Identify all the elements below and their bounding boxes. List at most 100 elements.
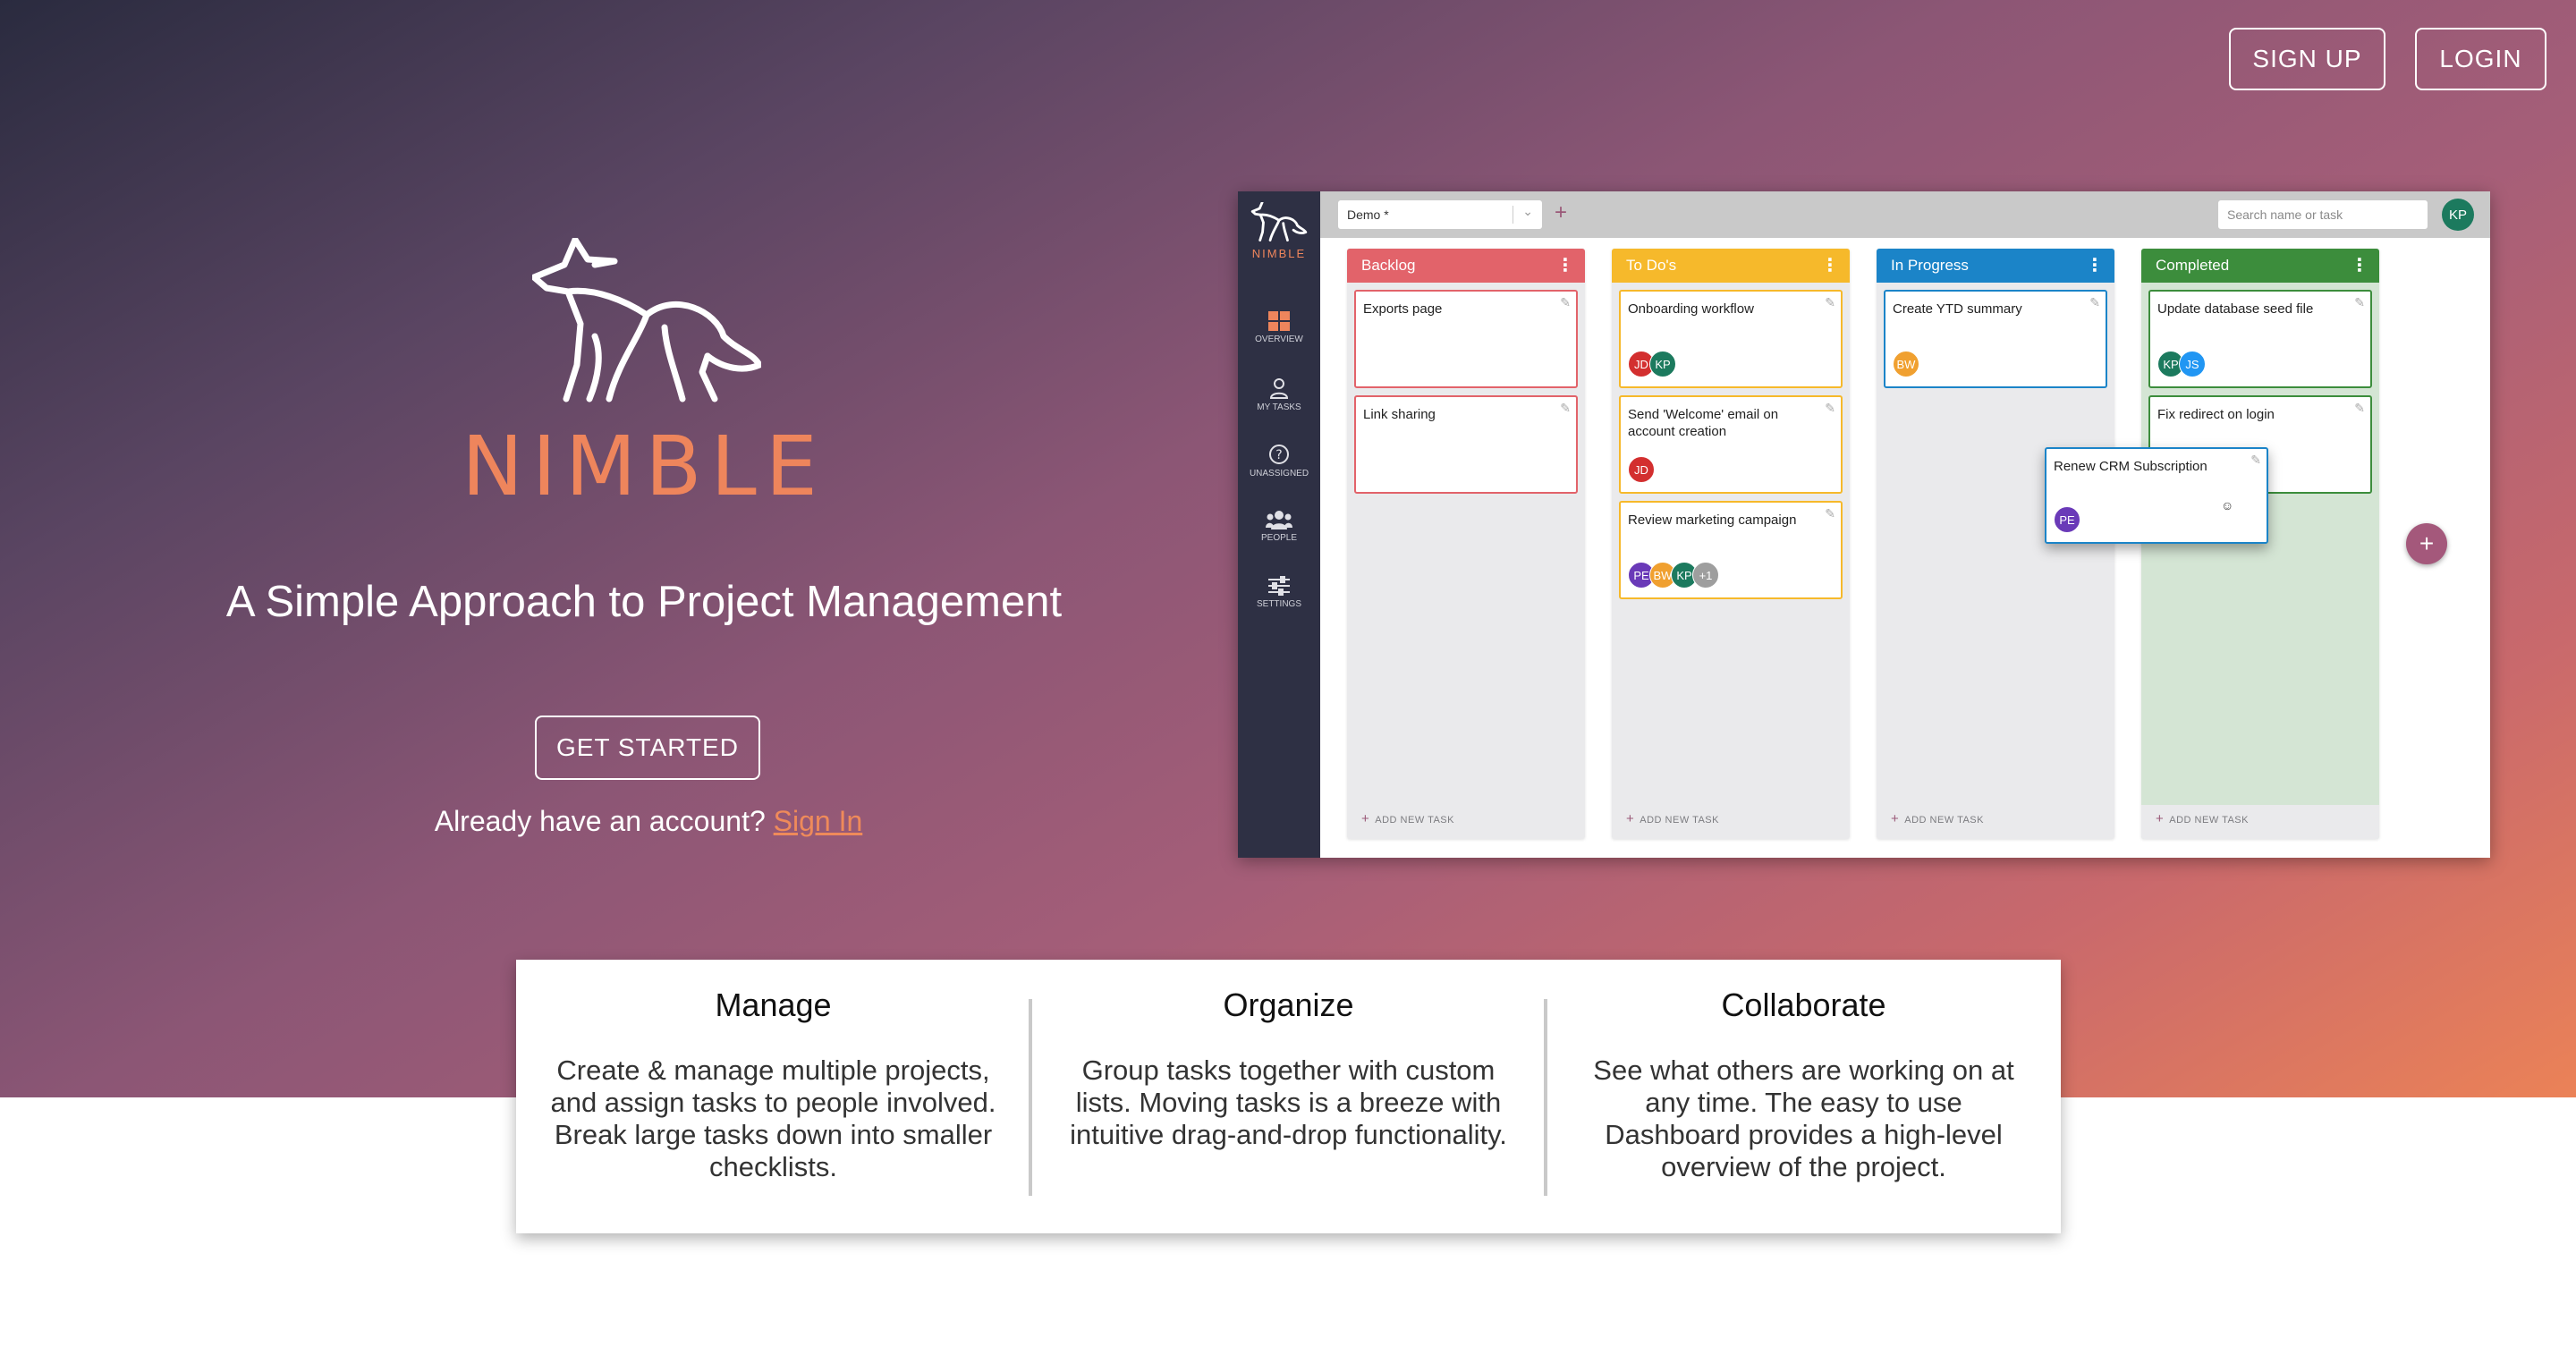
dragging-task-card[interactable]: Renew CRM Subscription ✎ PE	[2045, 447, 2268, 544]
column-title: In Progress	[1891, 257, 1969, 274]
plus-icon: +	[1891, 811, 1900, 826]
search-input[interactable]: Search name or task	[2218, 200, 2428, 229]
pencil-icon[interactable]: ✎	[1825, 401, 1835, 416]
card-title: Renew CRM Subscription	[2054, 459, 2207, 474]
feature-manage: Manage Create & manage multiple projects…	[516, 960, 1030, 1233]
add-task-label: ADD NEW TASK	[1640, 815, 1719, 826]
sliders-icon	[1268, 576, 1290, 596]
add-task-label: ADD NEW TASK	[1904, 815, 1984, 826]
project-select-value: Demo *	[1347, 207, 1389, 222]
pencil-icon[interactable]: ✎	[1825, 506, 1835, 521]
avatar-overflow: +1	[1692, 562, 1719, 589]
more-vert-icon[interactable]: ⋮	[1821, 254, 1839, 276]
feature-text: Group tasks together with custom lists. …	[1070, 1054, 1507, 1150]
feature-collaborate: Collaborate See what others are working …	[1546, 960, 2061, 1233]
column-todos: To Do's ⋮ Onboarding workflow ✎ JD KP Se…	[1612, 249, 1850, 839]
plus-icon: +	[2156, 811, 2165, 826]
column-title: To Do's	[1626, 257, 1677, 274]
nav-item-settings[interactable]: SETTINGS	[1238, 576, 1320, 609]
task-card[interactable]: Create YTD summary ✎ BW	[1884, 290, 2107, 388]
fox-logo-icon	[1250, 202, 1308, 241]
person-icon	[1269, 378, 1289, 399]
task-card[interactable]: Exports page ✎	[1354, 290, 1578, 388]
fox-logo-icon	[532, 238, 761, 402]
plus-icon: +	[1626, 811, 1635, 826]
column-title: Backlog	[1361, 257, 1416, 274]
task-card[interactable]: Send 'Welcome' email on account creation…	[1619, 395, 1843, 494]
svg-text:?: ?	[1275, 448, 1282, 462]
landing-page: SIGN UP LOGIN NIMBLE A Simple Approach t…	[0, 0, 2576, 1372]
nav-item-unassigned[interactable]: ? UNASSIGNED	[1238, 444, 1320, 479]
add-task-label: ADD NEW TASK	[2169, 815, 2249, 826]
add-task-button[interactable]: + ADD NEW TASK	[2156, 811, 2249, 826]
feature-title: Organize	[1223, 987, 1354, 1023]
more-vert-icon[interactable]: ⋮	[1556, 254, 1574, 276]
nav-item-my-tasks[interactable]: MY TASKS	[1238, 377, 1320, 412]
card-title: Link sharing	[1363, 407, 1436, 422]
nav-label: OVERVIEW	[1255, 335, 1303, 344]
column-header: Backlog ⋮	[1347, 249, 1585, 283]
add-list-button[interactable]: +	[2406, 523, 2447, 564]
add-project-icon[interactable]: +	[1555, 200, 1567, 225]
card-title: Exports page	[1363, 301, 1443, 317]
avatar: JS	[2179, 351, 2206, 377]
card-avatars: JD KP	[1628, 351, 1676, 377]
add-task-button[interactable]: + ADD NEW TASK	[1626, 811, 1719, 826]
card-title: Send 'Welcome' email on account creation	[1628, 407, 1779, 439]
user-avatar[interactable]: KP	[2442, 199, 2474, 231]
add-task-label: ADD NEW TASK	[1375, 815, 1454, 826]
add-task-button[interactable]: + ADD NEW TASK	[1361, 811, 1454, 826]
nav-label: SETTINGS	[1256, 599, 1301, 609]
pencil-icon[interactable]: ✎	[1825, 295, 1835, 310]
add-task-button[interactable]: + ADD NEW TASK	[1891, 811, 1984, 826]
features-panel: Manage Create & manage multiple projects…	[516, 960, 2061, 1233]
task-card[interactable]: Review marketing campaign ✎ PE BW KP +1	[1619, 501, 1843, 599]
card-title: Fix redirect on login	[2157, 407, 2275, 422]
card-title: Review marketing campaign	[1628, 512, 1797, 528]
nav-item-overview[interactable]: OVERVIEW	[1238, 311, 1320, 344]
grab-cursor-icon: ☺	[2221, 498, 2234, 512]
pencil-icon[interactable]: ✎	[2354, 401, 2365, 416]
people-icon	[1266, 511, 1292, 529]
card-title: Update database seed file	[2157, 301, 2314, 317]
column-in-progress: In Progress ⋮ Create YTD summary ✎ BW + A…	[1877, 249, 2114, 839]
card-avatars: BW	[1893, 351, 1919, 377]
tagline: A Simple Approach to Project Management	[225, 578, 1063, 626]
hero-section: SIGN UP LOGIN NIMBLE A Simple Approach t…	[0, 0, 2576, 1097]
grid-icon	[1268, 311, 1290, 331]
sign-in-link[interactable]: Sign In	[774, 805, 863, 837]
feature-title: Collaborate	[1721, 987, 1886, 1023]
signup-button[interactable]: SIGN UP	[2229, 28, 2385, 90]
card-avatars: JD	[1628, 456, 1655, 483]
login-button[interactable]: LOGIN	[2415, 28, 2546, 90]
avatar: JD	[1628, 456, 1655, 483]
column-backlog: Backlog ⋮ Exports page ✎ Link sharing ✎ …	[1347, 249, 1585, 839]
avatar: KP	[1649, 351, 1676, 377]
pencil-icon[interactable]: ✎	[1560, 401, 1571, 416]
card-title: Create YTD summary	[1893, 301, 2022, 317]
nav-item-people[interactable]: PEOPLE	[1238, 510, 1320, 543]
card-avatars: PE BW KP +1	[1628, 562, 1719, 589]
task-card[interactable]: Update database seed file ✎ KP JS	[2148, 290, 2372, 388]
pencil-icon[interactable]: ✎	[2354, 295, 2365, 310]
column-header: To Do's ⋮	[1612, 249, 1850, 283]
nav-label: UNASSIGNED	[1249, 469, 1309, 479]
pencil-icon[interactable]: ✎	[1560, 295, 1571, 310]
task-card[interactable]: Link sharing ✎	[1354, 395, 1578, 494]
nav-label: PEOPLE	[1260, 533, 1298, 543]
feature-text: See what others are working on at any ti…	[1593, 1054, 2014, 1182]
pencil-icon[interactable]: ✎	[2250, 453, 2261, 468]
column-completed: Completed ⋮ Update database seed file ✎ …	[2141, 249, 2379, 839]
preview-sidebar: NIMBLE OVERVIEW MY TASKS ? UNASSIGNED PE…	[1238, 191, 1320, 858]
more-vert-icon[interactable]: ⋮	[2351, 254, 2368, 276]
card-title: Onboarding workflow	[1628, 301, 1754, 317]
get-started-button[interactable]: GET STARTED	[535, 716, 760, 780]
task-card[interactable]: Onboarding workflow ✎ JD KP	[1619, 290, 1843, 388]
pencil-icon[interactable]: ✎	[2089, 295, 2100, 310]
plus-icon: +	[1361, 811, 1370, 826]
more-vert-icon[interactable]: ⋮	[2086, 254, 2104, 276]
project-select[interactable]: Demo * ⌄	[1338, 200, 1542, 229]
column-header: In Progress ⋮	[1877, 249, 2114, 283]
account-prompt-text: Already have an account?	[434, 805, 766, 837]
feature-title: Manage	[715, 987, 832, 1023]
